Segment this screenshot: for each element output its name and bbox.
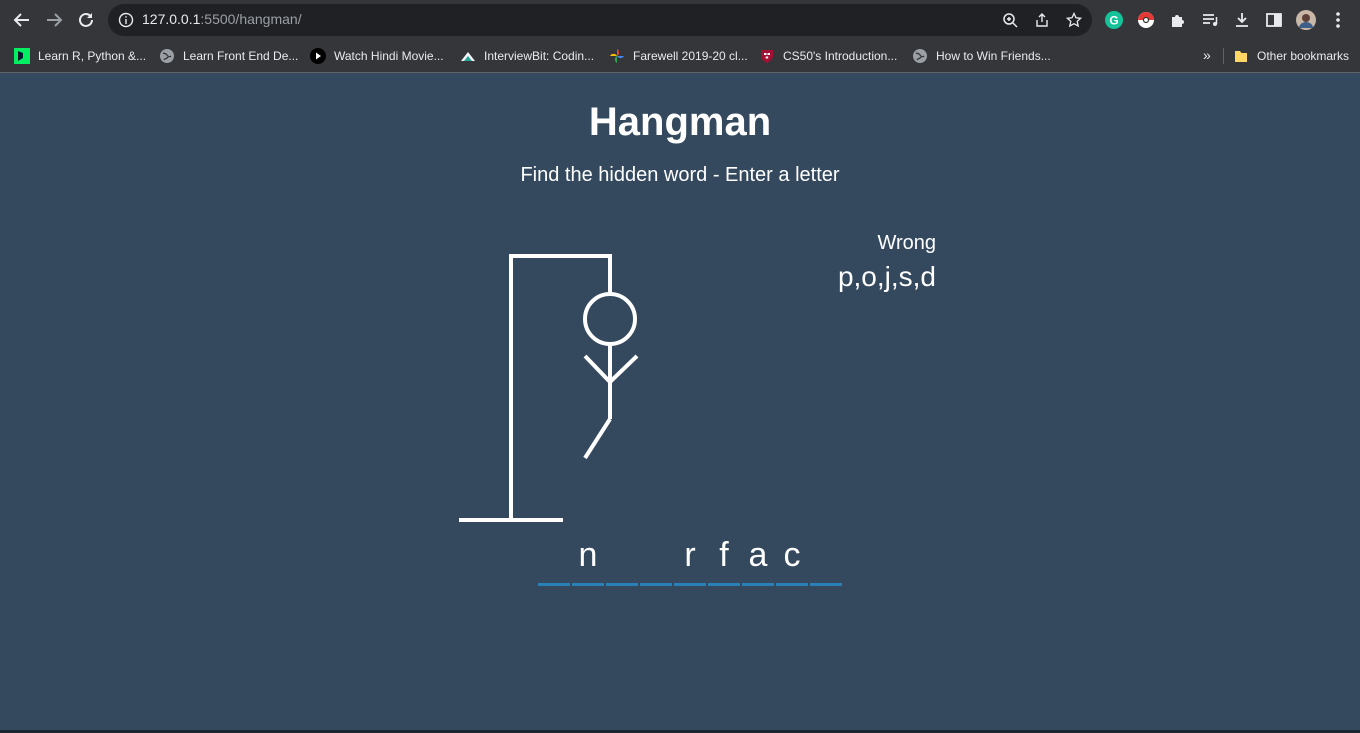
bookmark-item[interactable]: How to Win Friends... <box>912 47 1051 65</box>
figure-left-leg <box>583 417 612 460</box>
letter-slot <box>606 536 638 586</box>
hangman-page: Hangman Find the hidden word - Enter a l… <box>0 74 1360 733</box>
word-display: n r f a c <box>536 536 842 586</box>
folder-icon <box>1233 48 1249 64</box>
wrong-label: Wrong <box>877 232 936 254</box>
bookmark-item[interactable]: CS50's Introduction... <box>759 47 897 65</box>
address-bar[interactable]: 127.0.0.1:5500/hangman/ <box>108 4 1092 36</box>
figure-right-arm <box>608 354 639 384</box>
page-subtitle: Find the hidden word - Enter a letter <box>520 164 840 186</box>
zoom-icon[interactable] <box>1000 10 1020 30</box>
letter-slot: c <box>776 536 808 586</box>
globe-icon <box>159 48 175 64</box>
bookmark-label: Watch Hindi Movie... <box>334 49 444 63</box>
letter-slot: f <box>708 536 740 586</box>
grammarly-icon[interactable]: G <box>1103 9 1125 31</box>
bookmark-label: Farewell 2019-20 cl... <box>633 49 748 63</box>
globe-icon <box>912 48 928 64</box>
pinwheel-icon <box>609 48 625 64</box>
figure-head <box>583 292 637 346</box>
bookmarks-overflow-button[interactable]: » <box>1203 46 1211 64</box>
download-icon[interactable] <box>1231 9 1253 31</box>
bookmark-label: How to Win Friends... <box>936 49 1051 63</box>
bookmark-label: CS50's Introduction... <box>783 49 898 63</box>
menu-kebab-icon[interactable] <box>1327 9 1349 31</box>
browser-toolbar: 127.0.0.1:5500/hangman/ G <box>0 0 1360 40</box>
bookmarks-divider <box>1223 48 1224 64</box>
reload-icon[interactable] <box>74 8 98 32</box>
forward-icon[interactable] <box>42 8 66 32</box>
wrong-letters: p,o,j,s,d <box>837 261 936 292</box>
site-info-icon[interactable] <box>116 10 136 30</box>
letter-slot: n <box>572 536 604 586</box>
bookmark-item[interactable]: Learn Front End De... <box>159 47 298 65</box>
datacamp-icon <box>14 48 30 64</box>
bookmarks-bar: Learn R, Python &... Learn Front End De.… <box>0 40 1360 73</box>
bookmark-item[interactable]: Learn R, Python &... <box>14 47 146 65</box>
svg-text:G: G <box>1109 14 1118 28</box>
page-title: Hangman <box>588 100 772 144</box>
pokeball-icon[interactable] <box>1135 9 1157 31</box>
letter-slot: a <box>742 536 774 586</box>
extensions-puzzle-icon[interactable] <box>1167 9 1189 31</box>
other-bookmarks[interactable]: Other bookmarks <box>1233 47 1349 65</box>
play-icon <box>310 48 326 64</box>
back-icon[interactable] <box>10 8 34 32</box>
media-queue-icon[interactable] <box>1199 9 1221 31</box>
share-icon[interactable] <box>1032 10 1052 30</box>
profile-avatar-icon[interactable] <box>1295 9 1317 31</box>
url-text: 127.0.0.1:5500/hangman/ <box>142 11 302 27</box>
bookmark-label: Learn R, Python &... <box>38 49 147 63</box>
bookmark-star-icon[interactable] <box>1064 10 1084 30</box>
bookmark-item[interactable]: InterviewBit: Codin... <box>460 47 594 65</box>
bookmark-label: Learn Front End De... <box>183 49 299 63</box>
wrong-letters-panel: Wrong p,o,j,s,d <box>838 232 936 293</box>
side-panel-icon[interactable] <box>1263 9 1285 31</box>
other-bookmarks-label: Other bookmarks <box>1257 49 1350 63</box>
bookmark-item[interactable]: Watch Hindi Movie... <box>310 47 444 65</box>
hangman-figure <box>459 254 639 522</box>
harvard-shield-icon <box>759 48 775 64</box>
figure-left-arm <box>583 354 612 384</box>
bookmark-label: InterviewBit: Codin... <box>484 49 595 63</box>
letter-slot <box>640 536 672 586</box>
interviewbit-icon <box>460 48 476 64</box>
letter-slot: r <box>674 536 706 586</box>
overflow-chevron-icon: » <box>1203 47 1211 63</box>
letter-slot <box>538 536 570 586</box>
bookmark-item[interactable]: Farewell 2019-20 cl... <box>609 47 748 65</box>
letter-slot <box>810 536 842 586</box>
